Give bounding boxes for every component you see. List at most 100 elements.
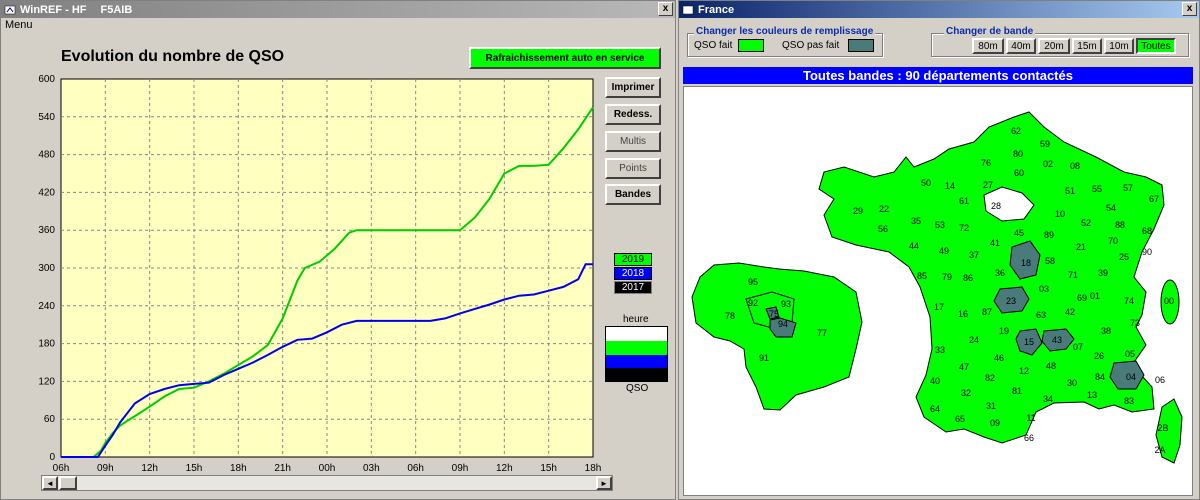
dept-82[interactable]: 82 <box>985 373 995 383</box>
dept-22[interactable]: 22 <box>879 204 889 214</box>
dept-41[interactable]: 41 <box>990 238 1000 248</box>
scroll-right-icon[interactable]: ► <box>596 476 612 490</box>
dept-67[interactable]: 67 <box>1149 194 1159 204</box>
dept-33[interactable]: 33 <box>935 345 945 355</box>
band-button-toutes[interactable]: Toutes <box>1136 38 1176 54</box>
dept-52[interactable]: 52 <box>1081 218 1091 228</box>
dept-24[interactable]: 24 <box>969 335 979 345</box>
dept-19[interactable]: 19 <box>999 326 1009 336</box>
dept-23[interactable]: 23 <box>1006 296 1016 306</box>
dept-46[interactable]: 46 <box>994 353 1004 363</box>
legend-2017[interactable]: 2017 <box>614 281 652 294</box>
dept-03[interactable]: 03 <box>1039 284 1049 294</box>
winref-titlebar[interactable]: WinREF - HF F5AIB x <box>1 1 675 18</box>
multis-button[interactable]: Multis <box>605 131 661 152</box>
dept-68[interactable]: 68 <box>1142 226 1152 236</box>
dept-28[interactable]: 28 <box>991 201 1001 211</box>
dept-04[interactable]: 04 <box>1126 372 1136 382</box>
horizontal-scrollbar[interactable]: ◄ ► <box>41 475 613 491</box>
dept-50[interactable]: 50 <box>921 178 931 188</box>
dept-12[interactable]: 12 <box>1019 366 1029 376</box>
dept-16[interactable]: 16 <box>958 309 968 319</box>
dept-01[interactable]: 01 <box>1090 291 1100 301</box>
dept-63[interactable]: 63 <box>1036 310 1046 320</box>
dept-69[interactable]: 69 <box>1077 293 1087 303</box>
dept-27[interactable]: 27 <box>983 180 993 190</box>
dept-21[interactable]: 21 <box>1076 242 1086 252</box>
band-button-80m[interactable]: 80m <box>972 38 1004 54</box>
dept-73[interactable]: 73 <box>1130 318 1140 328</box>
dept-71[interactable]: 71 <box>1068 270 1078 280</box>
dept-44[interactable]: 44 <box>909 241 919 251</box>
dept-06[interactable]: 06 <box>1155 375 1165 385</box>
close-icon[interactable]: x <box>1182 2 1197 16</box>
qso-done-swatch[interactable] <box>738 39 764 52</box>
dept-53[interactable]: 53 <box>935 220 945 230</box>
bands-button[interactable]: Bandes <box>605 184 661 205</box>
dept-17[interactable]: 17 <box>934 302 944 312</box>
dept-77[interactable]: 77 <box>817 328 827 338</box>
dept-80[interactable]: 80 <box>1013 149 1023 159</box>
dept-30[interactable]: 30 <box>1067 378 1077 388</box>
dept-61[interactable]: 61 <box>959 196 969 206</box>
dept-64[interactable]: 64 <box>930 404 940 414</box>
scroll-thumb[interactable] <box>59 476 77 490</box>
dept-35[interactable]: 35 <box>911 216 921 226</box>
dept-18[interactable]: 18 <box>1021 258 1031 268</box>
dept-55[interactable]: 55 <box>1092 184 1102 194</box>
dept-59[interactable]: 59 <box>1040 139 1050 149</box>
dept-91[interactable]: 91 <box>759 353 769 363</box>
dept-93[interactable]: 93 <box>781 299 791 309</box>
auto-refresh-button[interactable]: Rafraichissement auto en service <box>469 47 661 69</box>
dept-74[interactable]: 74 <box>1124 296 1134 306</box>
dept-08[interactable]: 08 <box>1070 161 1080 171</box>
dept-58[interactable]: 58 <box>1045 256 1055 266</box>
dept-15[interactable]: 15 <box>1024 337 1034 347</box>
dept-66[interactable]: 66 <box>1024 433 1034 443</box>
france-titlebar[interactable]: France x <box>679 1 1199 18</box>
dept-90[interactable]: 90 <box>1142 247 1152 257</box>
dept-72[interactable]: 72 <box>959 223 969 233</box>
dept-38[interactable]: 38 <box>1101 326 1111 336</box>
band-button-15m[interactable]: 15m <box>1072 38 1102 54</box>
dept-85[interactable]: 85 <box>917 271 927 281</box>
dept-62[interactable]: 62 <box>1011 126 1021 136</box>
band-button-40m[interactable]: 40m <box>1006 38 1036 54</box>
dept-02[interactable]: 02 <box>1043 159 1053 169</box>
dept-65[interactable]: 65 <box>955 414 965 424</box>
dept-75[interactable]: 75 <box>769 309 779 319</box>
menu-item[interactable]: Menu <box>5 19 33 31</box>
dept-87[interactable]: 87 <box>982 307 992 317</box>
dept-42[interactable]: 42 <box>1065 307 1075 317</box>
redraw-button[interactable]: Redess. <box>605 104 661 125</box>
dept-40[interactable]: 40 <box>930 376 940 386</box>
dept-14[interactable]: 14 <box>945 181 955 191</box>
dept-94[interactable]: 94 <box>778 319 788 329</box>
dept-29[interactable]: 29 <box>853 206 863 216</box>
dept-54[interactable]: 54 <box>1106 203 1116 213</box>
dept-88[interactable]: 88 <box>1115 220 1125 230</box>
dept-95[interactable]: 95 <box>748 277 758 287</box>
dept-43[interactable]: 43 <box>1052 335 1062 345</box>
dept-60[interactable]: 60 <box>1014 168 1024 178</box>
points-button[interactable]: Points <box>605 158 661 179</box>
legend-2018[interactable]: 2018 <box>614 267 652 280</box>
dept-25[interactable]: 25 <box>1119 252 1129 262</box>
dept-13[interactable]: 13 <box>1087 390 1097 400</box>
dept-51[interactable]: 51 <box>1065 186 1075 196</box>
dept-05[interactable]: 05 <box>1125 349 1135 359</box>
close-icon[interactable]: x <box>658 2 673 16</box>
dept-26[interactable]: 26 <box>1094 351 1104 361</box>
dept-56[interactable]: 56 <box>878 224 888 234</box>
dept-10[interactable]: 10 <box>1055 209 1065 219</box>
dept-76[interactable]: 76 <box>981 158 991 168</box>
dept-45[interactable]: 45 <box>1014 228 1024 238</box>
dept-00[interactable]: 00 <box>1164 296 1174 306</box>
band-button-10m[interactable]: 10m <box>1104 38 1134 54</box>
dept-2B[interactable]: 2B <box>1157 423 1168 433</box>
dept-34[interactable]: 34 <box>1043 394 1053 404</box>
scroll-left-icon[interactable]: ◄ <box>42 476 58 490</box>
dept-92[interactable]: 92 <box>748 298 758 308</box>
dept-37[interactable]: 37 <box>969 250 979 260</box>
band-button-20m[interactable]: 20m <box>1038 38 1070 54</box>
